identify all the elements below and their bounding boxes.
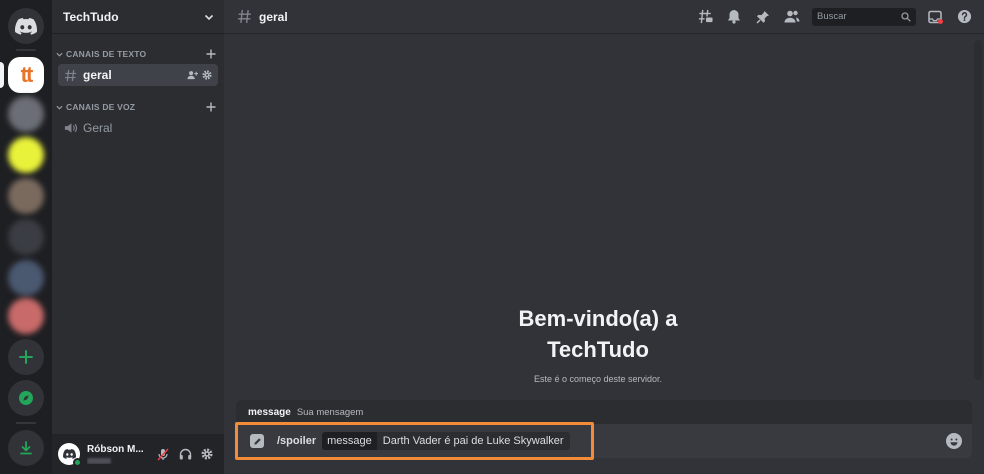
pin-icon (756, 10, 769, 24)
threads-icon (698, 9, 713, 24)
download-icon (20, 441, 32, 455)
channel-title: geral (259, 9, 288, 24)
explore-servers-button[interactable] (8, 380, 44, 416)
server-icon-letters: tt (20, 62, 34, 87)
help-button[interactable] (954, 7, 974, 27)
members-icon (784, 10, 800, 23)
download-apps-button[interactable] (8, 430, 44, 466)
deafen-button[interactable] (174, 443, 196, 465)
microphone-muted-icon (157, 448, 169, 460)
command-option-hint: message Sua mensagem (236, 400, 972, 424)
help-icon (957, 9, 971, 24)
scrollbar[interactable] (974, 40, 982, 380)
username: Róbson M... (87, 444, 144, 455)
chevron-down-icon (56, 52, 63, 57)
channel-header: geral Buscar (224, 0, 984, 34)
category-label: CANAIS DE TEXTO (66, 49, 147, 59)
headphones-icon (179, 448, 191, 460)
server-icon[interactable] (8, 137, 44, 173)
server-rail: tt (0, 0, 52, 474)
notifications-button[interactable] (724, 7, 744, 27)
pinned-messages-button[interactable] (753, 7, 773, 27)
channel-sidebar: TechTudo CANAIS DE TEXTO geral CANAIS DE… (52, 0, 224, 474)
search-icon (901, 11, 911, 22)
member-list-button[interactable] (782, 7, 802, 27)
message-composer[interactable]: /spoiler message Darth Vader é pai de Lu… (236, 424, 972, 458)
user-panel: Róbson M... (52, 434, 224, 474)
server-name: TechTudo (63, 9, 119, 24)
slash-command-icon (250, 434, 264, 448)
server-icon[interactable] (8, 178, 44, 214)
threads-button[interactable] (695, 7, 715, 27)
option-name: message (248, 406, 291, 418)
discord-logo-icon (15, 17, 37, 35)
gear-icon (201, 448, 213, 460)
bell-icon (728, 10, 740, 24)
channel-label: geral (83, 68, 112, 82)
voice-channel-item-geral[interactable]: Geral (58, 117, 218, 139)
rail-separator (16, 422, 36, 424)
server-icon[interactable] (8, 260, 44, 296)
chevron-down-icon (56, 105, 63, 110)
channel-label: Geral (83, 121, 113, 135)
online-status-dot (73, 458, 82, 467)
gear-icon[interactable] (202, 70, 212, 80)
channel-item-geral[interactable]: geral (58, 64, 218, 86)
hashtag-icon (64, 69, 77, 81)
plus-icon (19, 350, 33, 364)
welcome-section: Bem-vindo(a) a TechTudo Este é o começo … (224, 303, 972, 384)
add-server-button[interactable] (8, 339, 44, 375)
search-placeholder: Buscar (817, 11, 847, 22)
slash-command-name: /spoiler (277, 435, 317, 447)
user-settings-button[interactable] (196, 443, 218, 465)
user-status-blurred (87, 458, 111, 464)
add-channel-icon[interactable] (206, 102, 216, 112)
avatar[interactable] (58, 443, 82, 467)
option-key: message (322, 432, 377, 450)
option-value-input[interactable]: Darth Vader é pai de Luke Skywalker (376, 432, 570, 450)
discord-home-button[interactable] (8, 8, 44, 44)
search-input[interactable]: Buscar (812, 7, 916, 26)
welcome-subtitle: Este é o começo deste servidor. (533, 374, 663, 384)
welcome-title: Bem-vindo(a) a TechTudo (518, 306, 678, 362)
discord-logo-icon (62, 449, 76, 459)
user-info[interactable]: Róbson M... (87, 444, 152, 464)
server-icon[interactable] (8, 96, 44, 132)
server-icon-techtudo[interactable]: tt (8, 57, 44, 93)
chevron-down-icon (204, 14, 214, 20)
invite-icon[interactable] (187, 70, 198, 80)
emoji-button[interactable] (946, 433, 962, 449)
speaker-icon (64, 123, 77, 133)
selected-server-indicator (0, 62, 4, 88)
command-option-chip[interactable]: message Darth Vader é pai de Luke Skywal… (322, 432, 570, 450)
compass-icon (19, 391, 33, 405)
category-label: CANAIS DE VOZ (66, 102, 136, 112)
server-icon[interactable] (8, 219, 44, 255)
category-voice-channels[interactable]: CANAIS DE VOZ (52, 99, 224, 115)
inbox-button[interactable] (925, 7, 945, 27)
emoji-icon (950, 438, 958, 446)
edit-icon (253, 437, 261, 445)
mute-button[interactable] (152, 443, 174, 465)
add-channel-icon[interactable] (206, 49, 216, 59)
server-icon[interactable] (8, 298, 44, 334)
inbox-icon (927, 10, 943, 24)
hashtag-icon (238, 9, 251, 24)
category-text-channels[interactable]: CANAIS DE TEXTO (52, 46, 224, 62)
rail-separator (16, 49, 36, 51)
server-header[interactable]: TechTudo (52, 0, 224, 34)
option-description: Sua mensagem (296, 406, 364, 418)
